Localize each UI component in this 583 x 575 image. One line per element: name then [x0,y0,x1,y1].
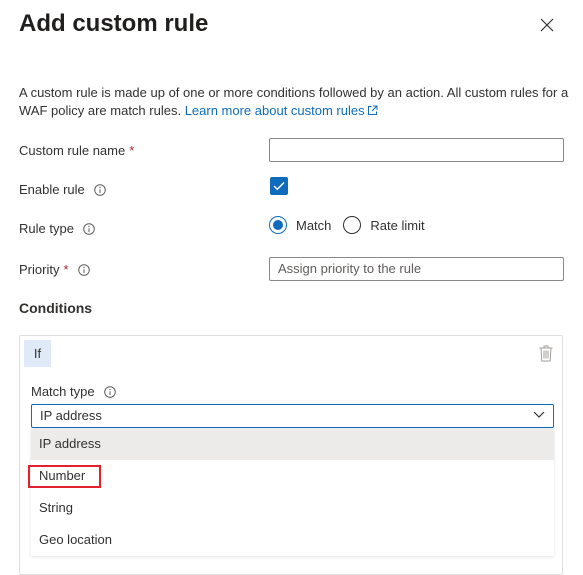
chevron-down-icon [533,411,545,418]
if-badge: If [24,340,51,367]
info-icon[interactable] [93,184,106,196]
condition-card: If Match type IP address IP address Numb… [19,335,563,575]
priority-input[interactable]: Assign priority to the rule [269,257,564,281]
info-icon[interactable] [77,264,90,276]
rule-name-input[interactable] [269,138,564,162]
checkmark-icon [273,182,285,191]
close-button[interactable] [532,10,562,40]
panel-description: A custom rule is made up of one or more … [19,84,569,120]
info-icon[interactable] [83,223,95,235]
match-type-label: Match type [31,383,116,401]
enable-rule-label: Enable rule [19,181,106,199]
enable-rule-checkbox[interactable] [270,177,288,195]
rule-type-label-text: Rule type [19,221,74,236]
enable-rule-label-text: Enable rule [19,182,85,197]
priority-label: Priority * [19,261,90,279]
learn-more-label: Learn more about custom rules [184,103,365,118]
priority-label-text: Priority [19,262,60,277]
learn-more-link[interactable]: Learn more about custom rules [185,103,378,118]
match-type-options-list: IP address Number String Geo location [28,428,554,556]
radio-rate-limit-label: Rate limit [370,217,425,233]
option-geo-location[interactable]: Geo location [31,524,554,556]
delete-condition-button[interactable] [539,345,555,363]
rule-name-label-text: Custom rule name [19,143,126,158]
panel-title: Add custom rule [19,10,209,37]
required-marker: * [63,262,69,277]
option-ip-address[interactable]: IP address [31,428,554,460]
match-type-label-text: Match type [31,384,95,399]
radio-rate-limit[interactable]: Rate limit [343,216,425,234]
rule-type-radio-group: Match Rate limit [269,216,437,234]
option-geo-location-label: Geo location [39,532,112,547]
radio-match[interactable]: Match [269,216,331,234]
option-string[interactable]: String [31,492,554,524]
match-type-dropdown[interactable]: IP address [31,404,554,428]
external-link-icon [367,105,378,115]
conditions-heading: Conditions [19,300,93,316]
option-number-label: Number [39,468,86,483]
rule-type-label: Rule type [19,220,95,238]
rule-name-label: Custom rule name * [19,142,134,160]
trash-icon [539,345,553,362]
radio-selected-dot [273,220,283,230]
option-number[interactable]: Number [28,460,554,492]
radio-match-indicator [269,216,287,234]
match-type-selected-value: IP address [40,408,102,423]
close-icon [540,18,554,32]
info-icon[interactable] [103,386,116,398]
radio-rate-limit-indicator [343,216,362,234]
radio-match-label: Match [296,217,332,233]
option-string-label: String [39,500,73,515]
required-marker: * [129,143,135,158]
option-ip-address-label: IP address [39,436,101,451]
